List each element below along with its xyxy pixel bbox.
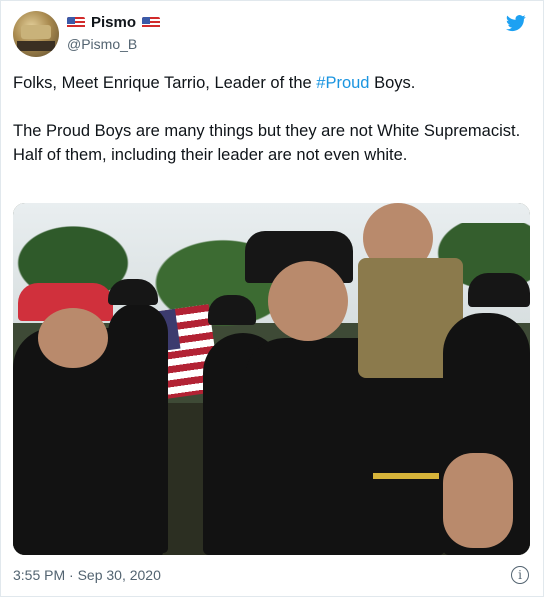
twitter-bird-icon[interactable]: [505, 13, 527, 33]
photo-cap: [108, 279, 158, 305]
photo-face: [38, 308, 108, 368]
tweet-timestamp[interactable]: 3:55 PM · Sep 30, 2020: [13, 567, 161, 583]
avatar-detail: [21, 25, 51, 39]
info-icon[interactable]: i: [511, 566, 529, 584]
author-handle[interactable]: @Pismo_B: [67, 36, 137, 52]
tweet-line-1: Folks, Meet Enrique Tarrio, Leader of th…: [13, 71, 533, 95]
photo-cap: [208, 295, 256, 325]
author-name[interactable]: Pismo: [91, 14, 136, 31]
tweet-photo[interactable]: [13, 203, 530, 555]
photo-face: [268, 261, 348, 341]
avatar[interactable]: [13, 11, 59, 57]
author-name-row[interactable]: Pismo: [67, 14, 161, 31]
tweet-text: Folks, Meet Enrique Tarrio, Leader of th…: [13, 71, 533, 167]
avatar-detail: [17, 41, 55, 51]
flag-us-icon: [67, 16, 85, 29]
photo-person-bg: [108, 303, 168, 553]
photo-shirt-stripe: [373, 473, 439, 479]
hashtag-link[interactable]: #Proud: [316, 74, 369, 92]
photo-cap: [468, 273, 530, 307]
tweet-text-segment: Folks, Meet Enrique Tarrio, Leader of th…: [13, 74, 317, 92]
flag-us-icon: [142, 16, 161, 29]
tweet-card: Pismo @Pismo_B Folks, Meet Enrique Tarri…: [0, 0, 544, 597]
tweet-paragraph-2: The Proud Boys are many things but they …: [13, 122, 521, 164]
photo-tattooed-arm: [443, 453, 513, 548]
tweet-text-segment: Boys.: [369, 74, 416, 92]
